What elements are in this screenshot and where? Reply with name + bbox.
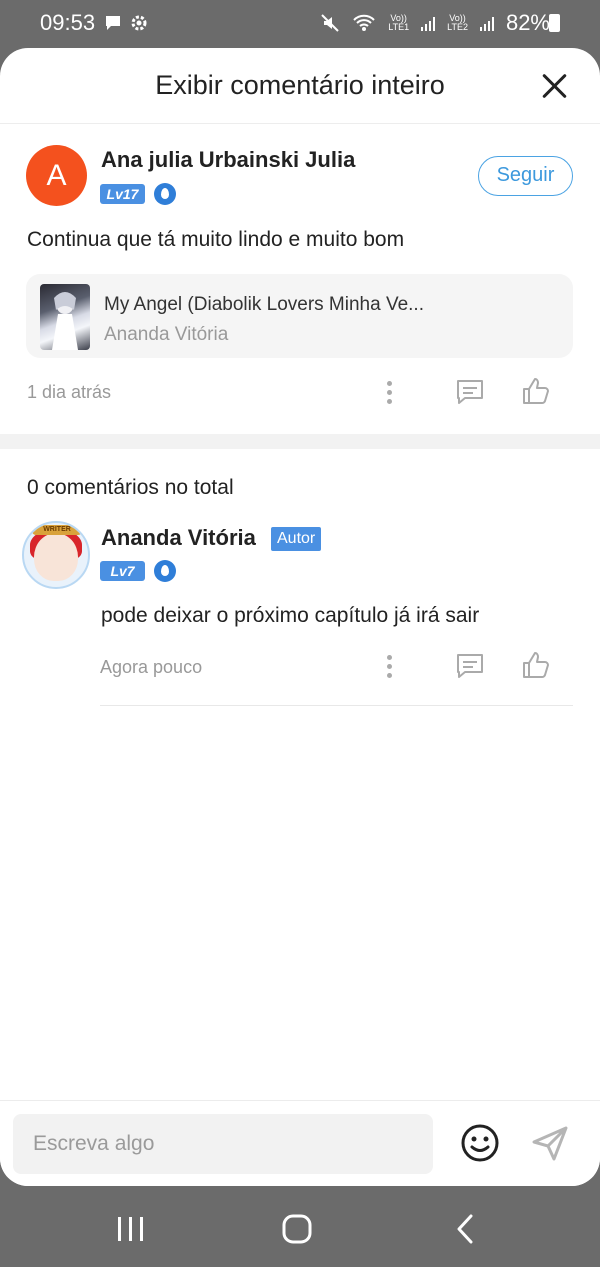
section-divider (0, 434, 600, 449)
author-badge: Autor (271, 527, 322, 551)
writer-banner: WRITER (32, 525, 82, 535)
status-time: 09:53 (40, 10, 96, 35)
recents-icon[interactable] (116, 1215, 146, 1243)
close-icon[interactable] (540, 72, 568, 100)
reply-icon[interactable] (455, 652, 485, 680)
home-icon[interactable] (282, 1214, 312, 1244)
reply-text: pode deixar o próximo capítulo já irá sa… (101, 604, 480, 627)
signal-2-icon (479, 15, 494, 31)
level-badge: Lv17 (100, 184, 145, 204)
book-title: My Angel (Diabolik Lovers Minha Ve... (104, 294, 424, 315)
back-icon[interactable] (455, 1214, 475, 1244)
reply-icon[interactable] (455, 378, 485, 406)
book-card[interactable]: My Angel (Diabolik Lovers Minha Ve... An… (26, 274, 573, 358)
message-icon (106, 16, 120, 30)
user-name[interactable]: Ana julia Urbainski Julia (101, 147, 355, 173)
status-bar: 09:53 Vo)) LTE1 Vo)) LTE2 82% (0, 0, 600, 48)
comment-input[interactable] (13, 1114, 433, 1174)
book-cover-image (40, 284, 90, 350)
wifi-icon (353, 14, 375, 31)
more-options-icon[interactable] (387, 655, 393, 679)
like-icon[interactable] (521, 650, 551, 680)
comment-time: 1 dia atrás (27, 382, 112, 402)
divider (100, 705, 573, 706)
composer-bar (0, 1100, 600, 1186)
comment-text: Continua que tá muito lindo e muito bom (27, 228, 405, 251)
volte-lte1: Vo)) LTE1 (388, 13, 410, 32)
emoji-icon[interactable] (460, 1123, 500, 1163)
gem-icon (154, 560, 176, 582)
system-nav-bar (0, 1186, 600, 1267)
avatar[interactable]: WRITER (22, 521, 90, 589)
like-icon[interactable] (521, 376, 551, 406)
battery-percent: 82% (505, 10, 550, 35)
mute-icon (321, 14, 339, 32)
avatar[interactable]: A (26, 145, 87, 206)
comments-total: 0 comentários no total (27, 476, 234, 499)
gem-icon (154, 183, 176, 205)
send-icon[interactable] (530, 1123, 570, 1163)
book-author: Ananda Vitória (104, 324, 229, 345)
volte-lte2: Vo)) LTE2 (447, 13, 468, 32)
page-title: Exibir comentário inteiro (155, 70, 445, 100)
sheet-header: Exibir comentário inteiro (0, 48, 600, 124)
reply-user-name[interactable]: Ananda Vitória (101, 525, 256, 551)
follow-button[interactable]: Seguir (478, 156, 573, 196)
level-badge: Lv7 (100, 561, 145, 581)
comment-sheet: Exibir comentário inteiro A Ana julia Ur… (0, 48, 600, 1186)
signal-1-icon (421, 15, 436, 31)
battery-icon (549, 14, 560, 32)
settings-icon (131, 15, 147, 31)
reply-time: Agora pouco (100, 657, 203, 677)
more-options-icon[interactable] (387, 381, 393, 405)
